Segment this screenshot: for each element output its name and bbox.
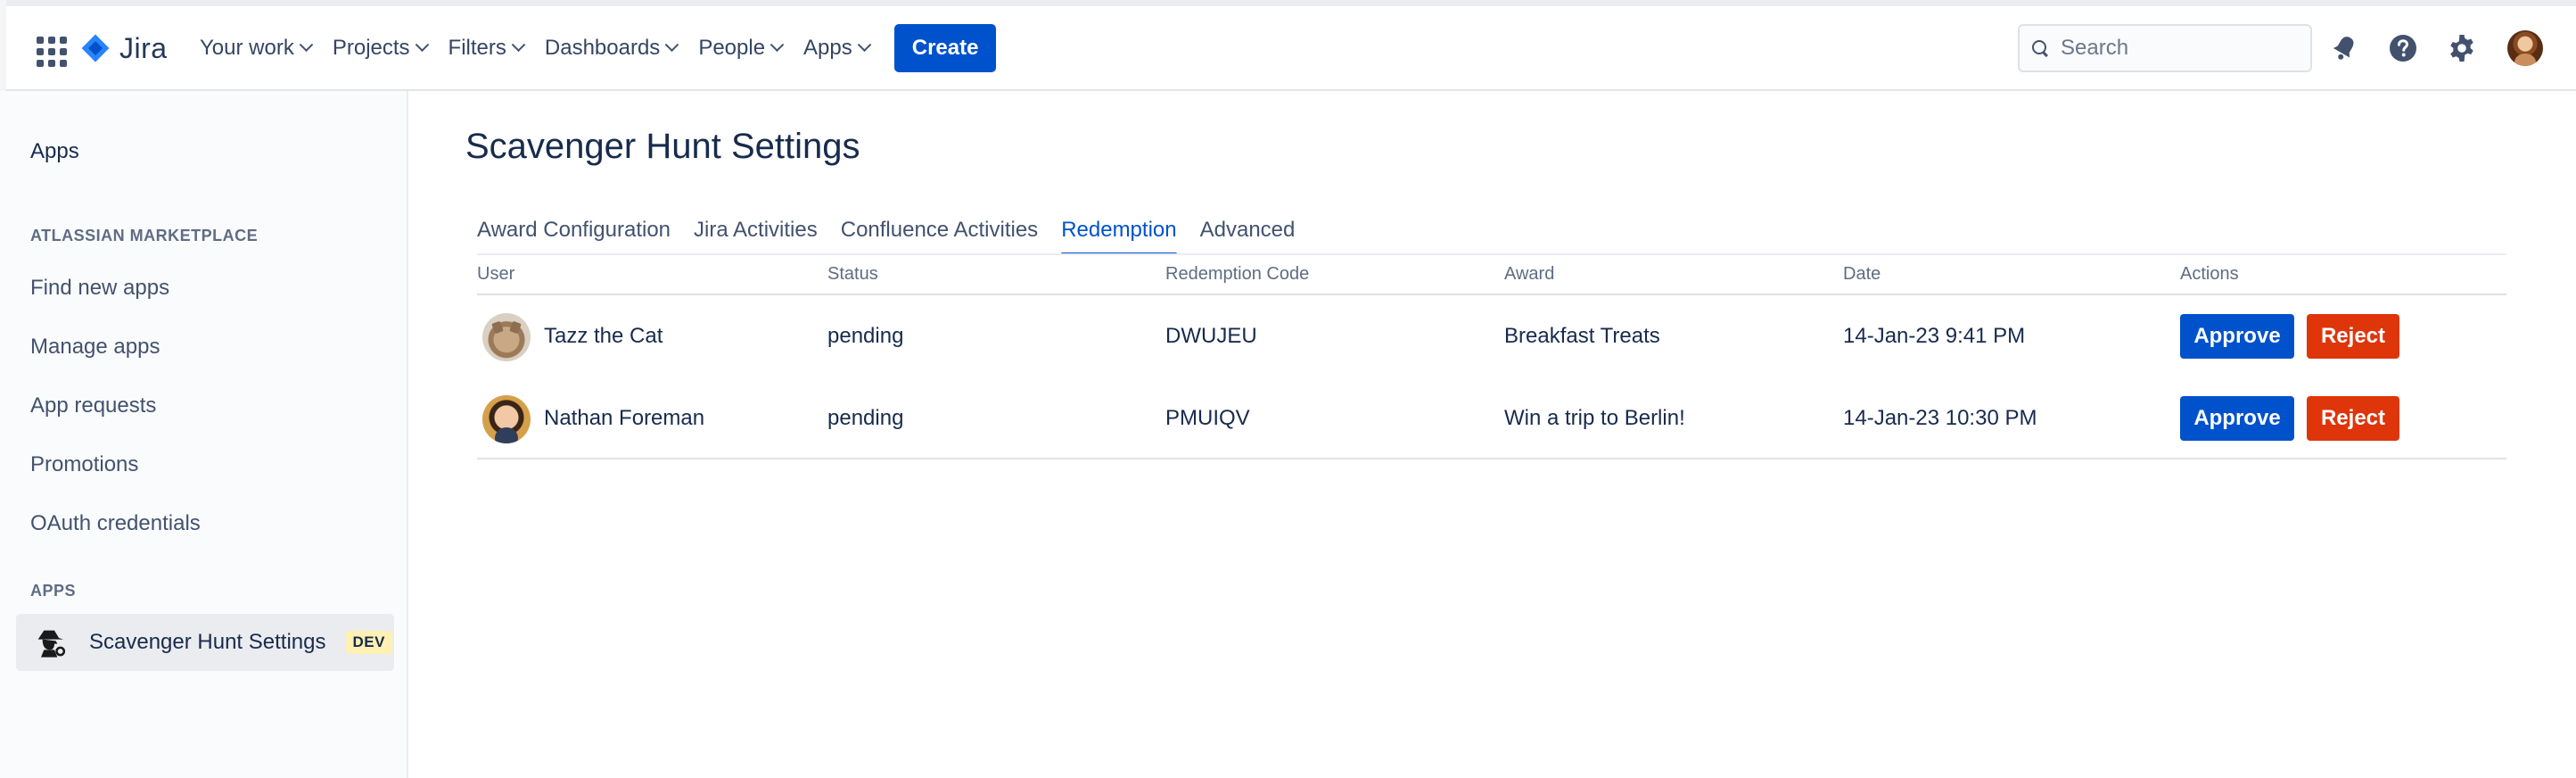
create-button[interactable]: Create [893, 24, 997, 72]
settings-icon[interactable] [2444, 30, 2480, 66]
table-row: Nathan Foreman pending PMUIQV Win a trip… [477, 377, 2506, 459]
redemption-table: User Status Redemption Code Award Date A… [477, 255, 2506, 459]
user-name: Tazz the Cat [544, 324, 663, 348]
reject-button[interactable]: Reject [2307, 396, 2399, 441]
sidebar-section-marketplace: ATLASSIAN MARKETPLACE [30, 227, 259, 244]
chevron-down-icon [770, 37, 785, 52]
detective-icon [37, 630, 66, 658]
tab-confluence-activities[interactable]: Confluence Activities [829, 211, 1049, 255]
dev-badge: DEV [345, 631, 392, 654]
chevron-down-icon [299, 37, 314, 52]
sidebar-app-label: Scavenger Hunt Settings [89, 630, 326, 654]
primary-nav: Your work Projects Filters Dashboards Pe… [189, 24, 997, 72]
jira-logo-text: Jira [119, 31, 168, 64]
gear-icon [2450, 35, 2473, 62]
page-title: Scavenger Hunt Settings [465, 127, 860, 166]
settings-tabs: Award Configuration Jira Activities Conf… [465, 211, 1306, 255]
jira-logo-icon [81, 34, 110, 62]
nav-filters[interactable]: Filters [438, 27, 534, 70]
search-input[interactable] [2061, 36, 2284, 61]
nav-your-work[interactable]: Your work [189, 27, 322, 70]
help-question-icon [2390, 35, 2416, 62]
chevron-down-icon [511, 37, 526, 52]
profile-avatar[interactable] [2507, 30, 2543, 66]
chevron-down-icon [665, 37, 679, 52]
status-text: pending [827, 324, 904, 348]
notifications-bell-icon [2333, 37, 2354, 60]
nav-dashboards-label: Dashboards [544, 36, 661, 60]
tab-redemption[interactable]: Redemption [1049, 211, 1188, 255]
sidebar-item-promotions[interactable]: Promotions [30, 452, 138, 477]
user-avatar [482, 395, 531, 443]
column-header-date: Date [1843, 264, 1881, 284]
award-name: Breakfast Treats [1504, 324, 1660, 348]
nav-your-work-label: Your work [200, 36, 294, 60]
nav-apps[interactable]: Apps [793, 27, 880, 70]
redemption-date: 14-Jan-23 9:41 PM [1843, 324, 2026, 348]
nav-projects[interactable]: Projects [322, 27, 438, 70]
app-switcher-icon[interactable] [32, 32, 67, 67]
column-header-actions: Actions [2180, 264, 2239, 284]
nav-people-label: People [698, 36, 766, 60]
column-header-user: User [477, 264, 515, 284]
chevron-down-icon [857, 37, 872, 52]
jira-logo[interactable]: Jira [78, 29, 168, 68]
column-header-status: Status [827, 264, 878, 284]
sidebar-title: Apps [30, 139, 79, 163]
sidebar: Apps ATLASSIAN MARKETPLACE Find new apps… [0, 91, 408, 778]
sidebar-item-manage-apps[interactable]: Manage apps [30, 335, 160, 360]
search-box[interactable] [2018, 24, 2312, 72]
user-name: Nathan Foreman [544, 406, 705, 430]
search-icon [2032, 40, 2048, 56]
top-navigation: Jira Your work Projects Filters Dashboar… [0, 0, 2576, 91]
sidebar-section-apps: APPS [30, 582, 77, 600]
reject-button[interactable]: Reject [2307, 314, 2399, 359]
top-strip [0, 0, 2576, 6]
user-avatar [482, 313, 531, 361]
tab-award-configuration[interactable]: Award Configuration [465, 211, 682, 255]
tab-advanced[interactable]: Advanced [1189, 211, 1307, 255]
column-header-award: Award [1504, 264, 1555, 284]
sidebar-item-find-new-apps[interactable]: Find new apps [30, 276, 169, 301]
table-row: Tazz the Cat pending DWUJEU Breakfast Tr… [477, 295, 2506, 377]
nav-projects-label: Projects [332, 36, 410, 60]
sidebar-item-oauth-credentials[interactable]: OAuth credentials [30, 511, 201, 536]
sidebar-item-app-requests[interactable]: App requests [30, 393, 156, 418]
notifications-icon[interactable] [2326, 30, 2362, 66]
nav-dashboards[interactable]: Dashboards [534, 27, 687, 70]
tab-jira-activities[interactable]: Jira Activities [682, 211, 829, 255]
approve-button[interactable]: Approve [2180, 314, 2294, 359]
redemption-code: PMUIQV [1165, 406, 1250, 430]
chevron-down-icon [415, 37, 429, 52]
nav-filters-label: Filters [448, 36, 506, 60]
column-header-redemption-code: Redemption Code [1165, 264, 1310, 284]
nav-apps-label: Apps [803, 36, 852, 60]
award-name: Win a trip to Berlin! [1504, 406, 1685, 430]
redemption-date: 14-Jan-23 10:30 PM [1843, 406, 2037, 430]
status-text: pending [827, 406, 904, 430]
nav-people[interactable]: People [687, 27, 793, 70]
approve-button[interactable]: Approve [2180, 396, 2294, 441]
sidebar-item-scavenger-hunt-settings[interactable]: Scavenger Hunt Settings DEV [16, 614, 394, 671]
redemption-code: DWUJEU [1165, 324, 1257, 348]
help-icon[interactable] [2385, 30, 2421, 66]
table-header: User Status Redemption Code Award Date A… [477, 255, 2506, 295]
